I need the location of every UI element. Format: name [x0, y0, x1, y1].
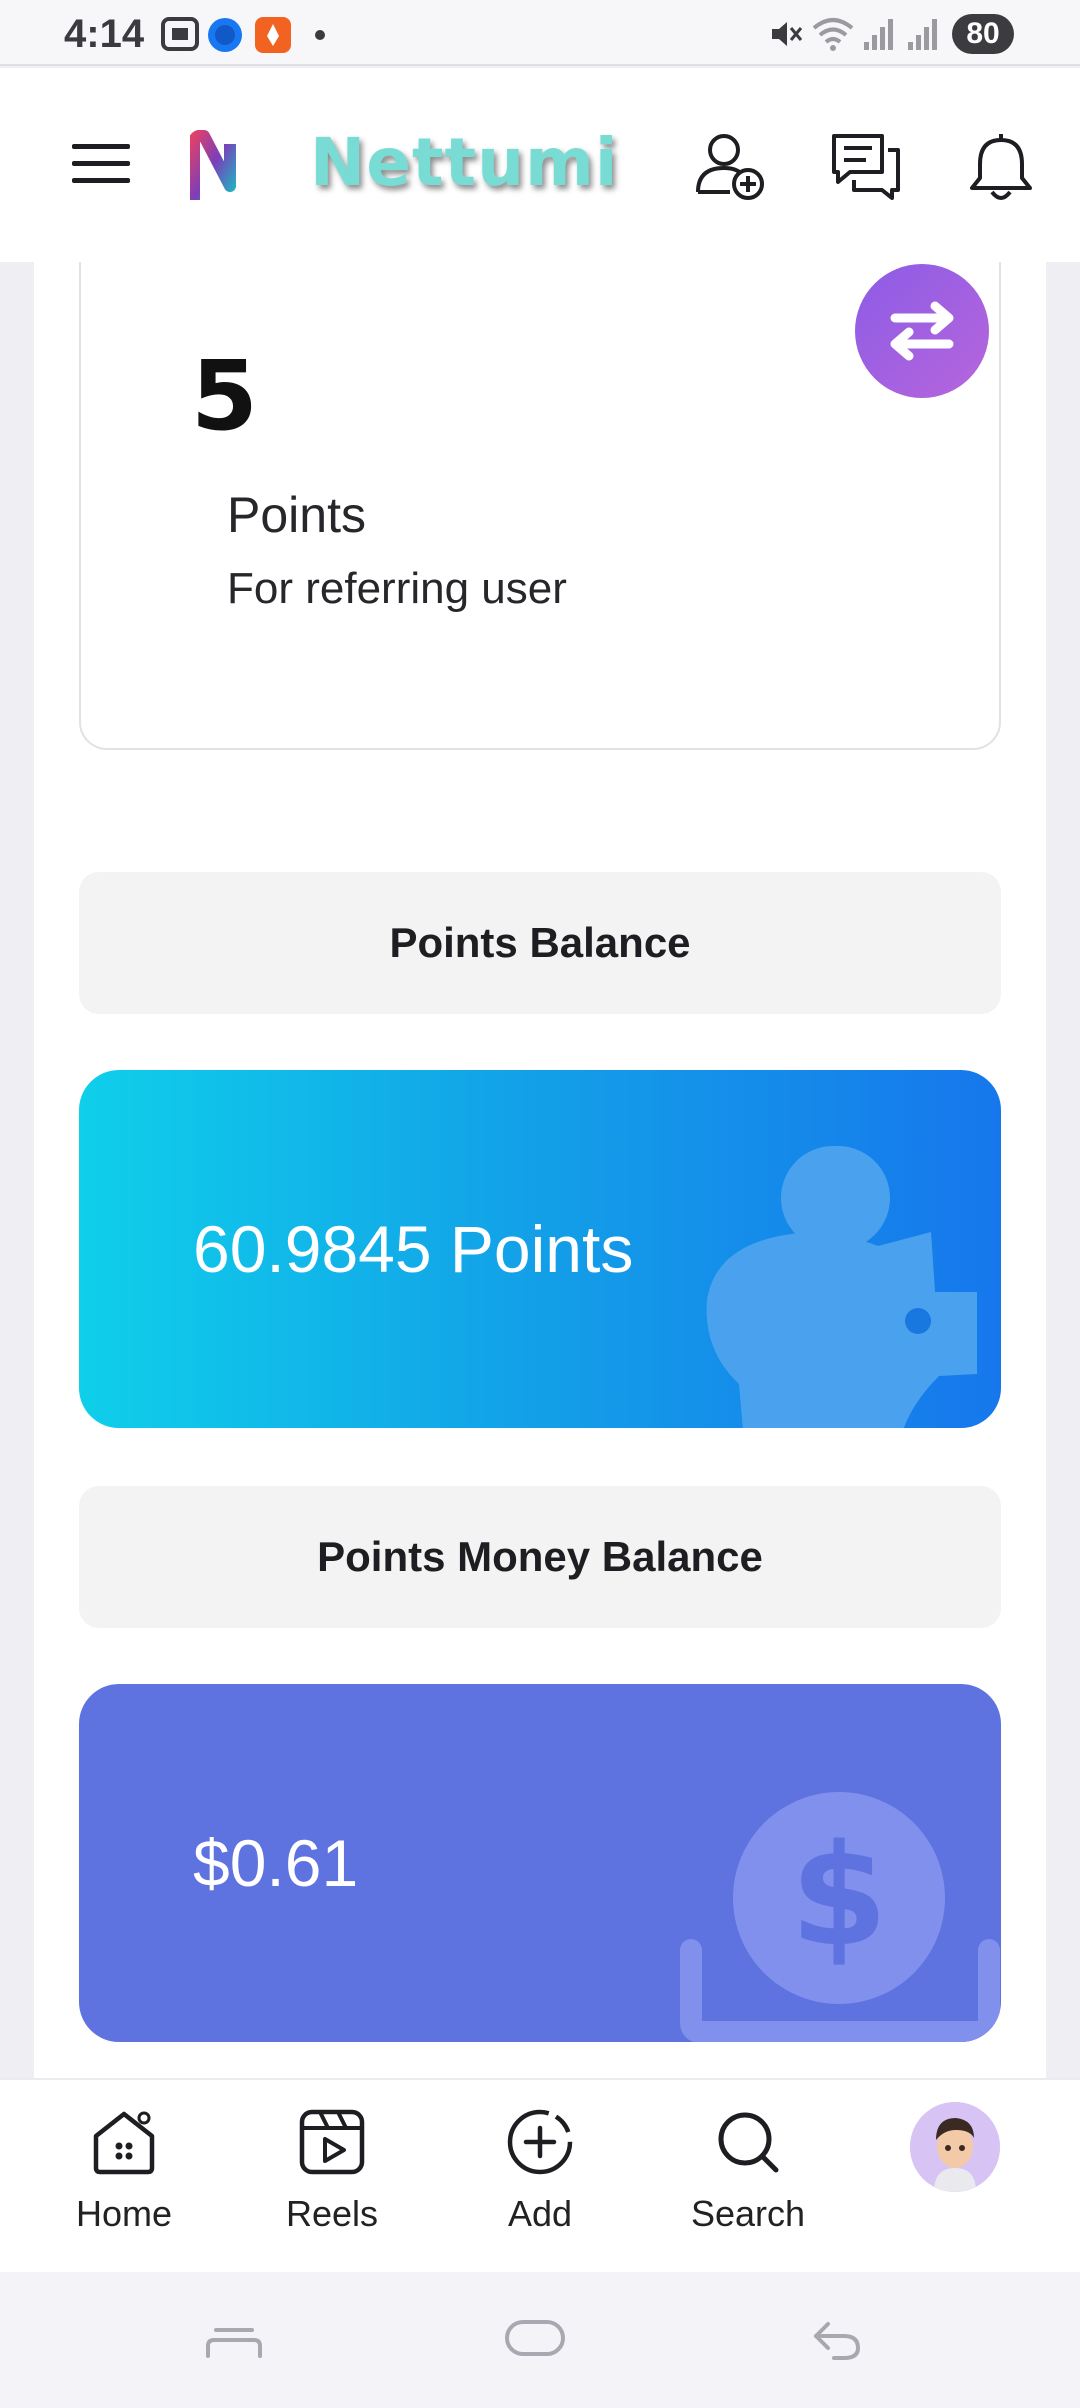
home-pill-icon[interactable]: [504, 2316, 566, 2367]
swap-icon: [855, 301, 989, 402]
referral-points-card: 5 Points For referring user: [79, 262, 1001, 750]
search-icon: [712, 2112, 784, 2182]
nav-home[interactable]: Home: [24, 2106, 224, 2235]
referral-points-value: 5: [191, 340, 258, 452]
signal-icon: [862, 16, 896, 57]
referral-points-description: For referring user: [227, 564, 567, 613]
signal-icon-2: [906, 16, 940, 57]
referral-points-label: Points: [227, 487, 366, 543]
battery-level: 80: [952, 14, 1014, 54]
system-nav: [0, 2272, 1080, 2408]
nav-reels-label: Reels: [285, 2193, 379, 2234]
piggy-bank-icon: [703, 1140, 1001, 1428]
add-friend-icon[interactable]: [694, 130, 766, 207]
profile-avatar[interactable]: [910, 2102, 1000, 2192]
home-icon: [88, 2111, 160, 2182]
menu-icon[interactable]: [70, 138, 132, 195]
mute-icon: [768, 16, 804, 57]
money-balance-card: $0.61 $: [79, 1684, 1001, 2042]
dollar-coin-icon: $: [679, 1792, 1001, 2042]
dot-icon: [314, 28, 326, 46]
notifications-icon[interactable]: [966, 130, 1036, 207]
svg-text:$: $: [790, 1815, 887, 1978]
add-icon: [504, 2109, 576, 2182]
points-balance-title: Points Balance: [79, 872, 1001, 1014]
nav-add-label: Add: [507, 2193, 573, 2234]
money-balance-value: $0.61: [193, 1826, 359, 1900]
app-header: Nettumi: [0, 68, 1080, 262]
nav-search[interactable]: Search: [648, 2106, 848, 2235]
swap-button[interactable]: [855, 264, 989, 398]
app-notification-icon: [254, 16, 292, 59]
money-balance-title: Points Money Balance: [79, 1486, 1001, 1628]
recents-icon[interactable]: [204, 2316, 264, 2367]
nav-reels[interactable]: Reels: [232, 2106, 432, 2235]
nav-home-label: Home: [75, 2193, 173, 2234]
status-time: 4:14: [64, 12, 145, 56]
points-content: 5 Points For referring user Points Balan…: [34, 262, 1046, 2078]
nav-search-label: Search: [690, 2193, 806, 2234]
bottom-nav: Home Reels Add Search: [0, 2078, 1080, 2272]
piggy-bank-eye: [905, 1308, 931, 1334]
facebook-icon: [206, 16, 244, 59]
brand-name[interactable]: Nettumi: [310, 124, 618, 201]
points-balance-value: 60.9845 Points: [193, 1212, 634, 1286]
avatar-icon: [910, 2102, 1000, 2192]
screenshot-icon: [160, 16, 200, 57]
reels-icon: [296, 2109, 368, 2182]
logo-icon[interactable]: [188, 129, 286, 209]
points-balance-card: 60.9845 Points: [79, 1070, 1001, 1428]
status-bar: 4:14 80: [0, 0, 1080, 66]
nav-add[interactable]: Add: [440, 2106, 640, 2235]
messages-icon[interactable]: [830, 130, 902, 207]
back-icon[interactable]: [810, 2316, 864, 2367]
wifi-icon: [812, 16, 854, 57]
